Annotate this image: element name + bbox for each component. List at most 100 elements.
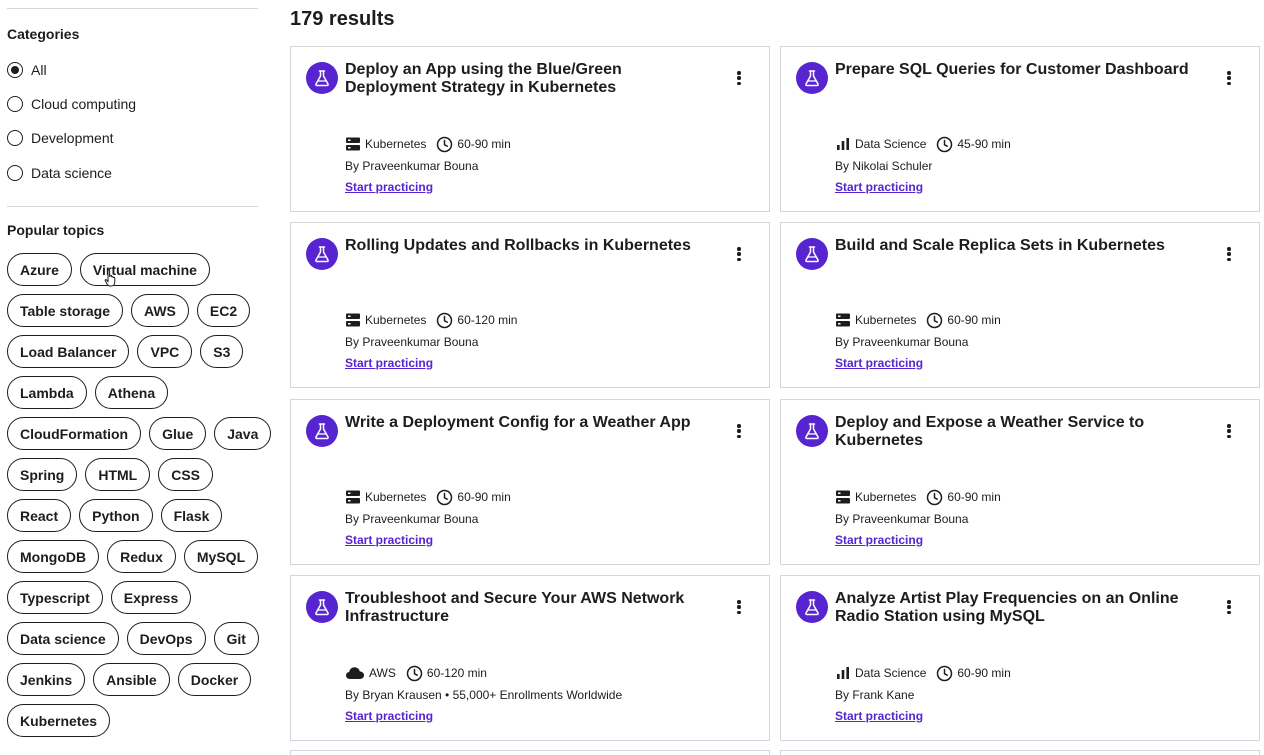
lab-card[interactable]: Deploy and Expose a Weather Service to K… <box>780 399 1260 565</box>
cloud-icon <box>345 665 365 681</box>
lab-category: Kubernetes <box>365 137 427 151</box>
topic-chip[interactable]: HTML <box>85 458 151 491</box>
category-radio-development[interactable]: Development <box>7 128 114 148</box>
topic-chip[interactable]: Python <box>79 499 153 532</box>
lab-card[interactable]: Prepare SQL Queries for Customer Dashboa… <box>780 46 1260 212</box>
start-practicing-link[interactable]: Start practicing <box>835 356 923 370</box>
lab-meta: Data Science 45-90 min <box>835 135 1021 153</box>
lab-title[interactable]: Deploy and Expose a Weather Service to K… <box>835 414 1205 450</box>
topic-chip[interactable]: CSS <box>158 458 214 491</box>
more-options-icon[interactable] <box>731 422 747 440</box>
topic-chip[interactable]: CloudFormation <box>7 417 142 450</box>
clock-icon <box>926 312 943 329</box>
start-practicing-link[interactable]: Start practicing <box>835 709 923 723</box>
lab-card[interactable]: Deploy an App using the Blue/Green Deplo… <box>290 46 770 212</box>
lab-title[interactable]: Build and Scale Replica Sets in Kubernet… <box>835 237 1205 255</box>
lab-category: AWS <box>369 666 396 680</box>
more-options-icon[interactable] <box>731 598 747 616</box>
start-practicing-link[interactable]: Start practicing <box>345 533 433 547</box>
clock-icon <box>436 312 453 329</box>
more-options-icon[interactable] <box>731 69 747 87</box>
lab-card[interactable]: Analyze Artist Play Frequencies on an On… <box>780 575 1260 741</box>
lab-author: By Praveenkumar Bouna <box>345 512 479 526</box>
topic-chip[interactable]: Athena <box>94 376 169 409</box>
topic-chip[interactable]: Jenkins <box>7 663 86 696</box>
topic-chip[interactable]: AWS <box>131 294 189 327</box>
topic-chip[interactable]: Java <box>214 417 272 450</box>
lab-meta: Kubernetes 60-90 min <box>345 135 521 153</box>
topic-chip[interactable]: Express <box>110 581 192 614</box>
topic-chip[interactable]: Azure <box>7 253 72 286</box>
lab-title[interactable]: Prepare SQL Queries for Customer Dashboa… <box>835 61 1205 79</box>
topic-chip[interactable]: Git <box>213 622 259 655</box>
topic-chip[interactable]: Typescript <box>7 581 103 614</box>
data-science-icon <box>835 665 851 681</box>
start-practicing-link[interactable]: Start practicing <box>345 356 433 370</box>
clock-icon <box>406 665 423 682</box>
topic-chip[interactable]: S3 <box>200 335 244 368</box>
lab-title[interactable]: Analyze Artist Play Frequencies on an On… <box>835 590 1205 626</box>
lab-meta: Kubernetes 60-90 min <box>345 488 521 506</box>
chip-row: React Python Flask <box>7 499 265 532</box>
start-practicing-link[interactable]: Start practicing <box>345 180 433 194</box>
lab-title[interactable]: Deploy an App using the Blue/Green Deplo… <box>345 61 715 97</box>
lab-category: Data Science <box>855 666 927 680</box>
topic-chip[interactable]: Flask <box>160 499 223 532</box>
category-radio-data-science[interactable]: Data science <box>7 163 112 183</box>
topic-chip[interactable]: VPC <box>137 335 193 368</box>
topic-chip[interactable]: EC2 <box>196 294 251 327</box>
topic-chip[interactable]: Virtual machine <box>79 253 210 286</box>
chip-row: Kubernetes <box>7 704 265 737</box>
chip-row: Jenkins Ansible Docker <box>7 663 265 696</box>
more-options-icon[interactable] <box>1221 245 1237 263</box>
more-options-icon[interactable] <box>1221 422 1237 440</box>
lab-author: By Frank Kane <box>835 688 915 702</box>
radio-button[interactable] <box>7 62 23 78</box>
lab-card[interactable]: Rolling Updates and Rollbacks in Kuberne… <box>290 222 770 388</box>
topic-chip[interactable]: Data science <box>7 622 119 655</box>
lab-title[interactable]: Troubleshoot and Secure Your AWS Network… <box>345 590 715 626</box>
lab-author: By Praveenkumar Bouna <box>835 335 969 349</box>
lab-category: Kubernetes <box>855 490 917 504</box>
radio-button[interactable] <box>7 130 23 146</box>
flask-icon <box>306 238 338 270</box>
topic-chip[interactable]: Kubernetes <box>7 704 111 737</box>
start-practicing-link[interactable]: Start practicing <box>835 533 923 547</box>
more-options-icon[interactable] <box>1221 598 1237 616</box>
topic-chip[interactable]: Spring <box>7 458 78 491</box>
topic-chip[interactable]: Glue <box>149 417 207 450</box>
lab-title[interactable]: Write a Deployment Config for a Weather … <box>345 414 715 432</box>
more-options-icon[interactable] <box>1221 69 1237 87</box>
clock-icon <box>436 136 453 153</box>
topic-chip[interactable]: Docker <box>177 663 252 696</box>
lab-card[interactable]: Build and Scale Replica Sets in Kubernet… <box>780 222 1260 388</box>
topic-chip[interactable]: Redux <box>107 540 176 573</box>
filter-sidebar: Categories All Cloud computing Developme… <box>0 0 272 755</box>
lab-card[interactable]: Troubleshoot and Secure Your AWS Network… <box>290 575 770 741</box>
topic-chip[interactable]: Load Balancer <box>7 335 130 368</box>
radio-button[interactable] <box>7 165 23 181</box>
start-practicing-link[interactable]: Start practicing <box>835 180 923 194</box>
start-practicing-link[interactable]: Start practicing <box>345 709 433 723</box>
topic-chip[interactable]: MySQL <box>183 540 259 573</box>
flask-icon <box>796 415 828 447</box>
category-label: Development <box>31 130 114 146</box>
topic-chip[interactable]: Ansible <box>93 663 170 696</box>
topic-chip[interactable]: MongoDB <box>7 540 100 573</box>
lab-title[interactable]: Rolling Updates and Rollbacks in Kuberne… <box>345 237 715 255</box>
divider <box>7 8 258 9</box>
lab-card[interactable]: Write a Deployment Config for a Weather … <box>290 399 770 565</box>
radio-button[interactable] <box>7 96 23 112</box>
lab-meta: Kubernetes 60-120 min <box>345 311 527 329</box>
topic-chip[interactable]: DevOps <box>126 622 206 655</box>
category-radio-all[interactable]: All <box>7 60 47 80</box>
topic-chip[interactable]: React <box>7 499 72 532</box>
hand-pointer-cursor-icon <box>104 269 116 287</box>
lab-duration: 60-90 min <box>957 666 1011 680</box>
data-science-icon <box>835 136 851 152</box>
topic-chip[interactable]: Table storage <box>7 294 123 327</box>
topic-chip[interactable]: Lambda <box>7 376 87 409</box>
category-label: Cloud computing <box>31 96 137 112</box>
category-radio-cloud-computing[interactable]: Cloud computing <box>7 94 136 114</box>
more-options-icon[interactable] <box>731 245 747 263</box>
